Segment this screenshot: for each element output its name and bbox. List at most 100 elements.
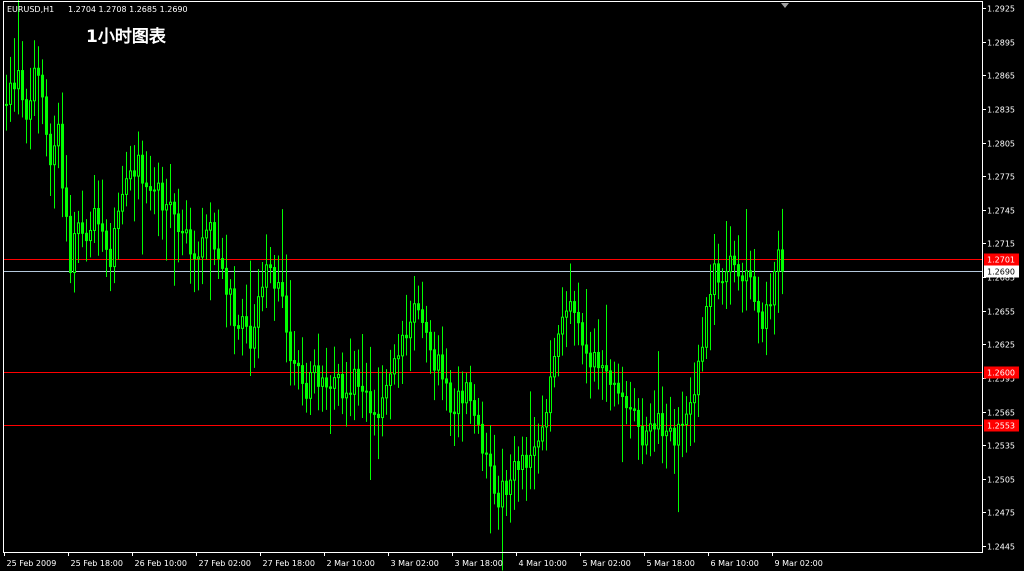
candle-body: [605, 365, 608, 372]
ohlc-values-label: 1.2704 1.2708 1.2685 1.2690: [68, 5, 188, 14]
candle-body: [521, 454, 524, 470]
candle-body: [665, 430, 668, 437]
candle-body: [153, 189, 156, 192]
candle-body: [113, 228, 116, 268]
candle-body: [161, 182, 164, 211]
candle-body: [725, 271, 728, 283]
candle-body: [97, 208, 100, 225]
bid-price-label: 1.2690: [987, 268, 1015, 277]
candle-body: [37, 67, 40, 76]
candle-body: [469, 382, 472, 402]
candle-body: [597, 351, 600, 369]
candle-body: [285, 295, 288, 333]
candle-body: [441, 354, 444, 380]
candle-body: [757, 300, 760, 313]
x-tick-label: 26 Feb 10:00: [135, 559, 187, 568]
candle-body: [109, 248, 112, 268]
candle-body: [193, 253, 196, 260]
level-label-2: 1.2600: [987, 369, 1015, 378]
candle-body: [745, 270, 748, 282]
candle-body: [77, 222, 80, 235]
candle-body: [121, 193, 124, 212]
candle-body: [29, 100, 32, 120]
candle-body: [525, 454, 528, 468]
level-label-3: 1.2553: [987, 422, 1015, 431]
candle-body: [273, 267, 276, 289]
candle-body: [169, 201, 172, 206]
candle-body: [749, 270, 752, 278]
candle-body: [477, 414, 480, 425]
candle-body: [185, 229, 188, 234]
candle-body: [433, 349, 436, 371]
candle-body: [629, 407, 632, 410]
candle-body: [57, 123, 60, 147]
candle-body: [633, 408, 636, 411]
candle-body: [453, 411, 456, 415]
candle-body: [773, 270, 776, 306]
candle-body: [125, 178, 128, 195]
candle-body: [693, 394, 696, 404]
candle-body: [237, 325, 240, 329]
candle-body: [261, 286, 264, 298]
x-tick-label: 25 Feb 2009: [7, 559, 57, 568]
candle-body: [565, 310, 568, 318]
candle-body: [289, 331, 292, 362]
chart-window[interactable]: 1.2925 1.2895 1.2865 1.2835 1.2805 1.2775 1.27…: [0, 0, 1024, 571]
candle-body: [737, 264, 740, 277]
candle-body: [429, 331, 432, 351]
candle-body: [145, 182, 148, 188]
candle-body: [129, 170, 132, 180]
candle-body: [769, 304, 772, 307]
candle-body: [269, 264, 272, 269]
candle-body: [197, 256, 200, 260]
candle-body: [281, 282, 284, 297]
candle-body: [397, 355, 400, 360]
candle-body: [353, 368, 356, 395]
candle-body: [81, 222, 84, 234]
candle-body: [493, 465, 496, 494]
candle-body: [401, 334, 404, 357]
candle-body: [457, 390, 460, 415]
candle-body: [45, 96, 48, 135]
candle-body: [241, 316, 244, 329]
candle-body: [681, 423, 684, 426]
candle-body: [569, 301, 572, 312]
level-label-1: 1.2701: [987, 256, 1015, 265]
candle-body: [445, 378, 448, 384]
candle-body: [449, 382, 452, 413]
candle-body: [705, 305, 708, 348]
candle-body: [781, 249, 784, 272]
candle-body: [729, 255, 732, 273]
candle-body: [17, 70, 20, 90]
candle-body: [345, 392, 348, 399]
candle-body: [677, 423, 680, 446]
candle-body: [497, 492, 500, 508]
candle-body: [685, 413, 688, 425]
candle-body: [513, 461, 516, 481]
candle-body: [201, 237, 204, 258]
candle-body: [309, 372, 312, 399]
candle-body: [225, 267, 228, 295]
candle-body: [489, 453, 492, 467]
x-tick-label: 4 Mar 10:00: [519, 559, 567, 568]
candle-body: [653, 423, 656, 430]
candle-body: [85, 232, 88, 242]
candle-body: [405, 334, 408, 339]
candle-body: [21, 70, 24, 101]
candle-body: [589, 352, 592, 368]
y-tick-label: 1.2715: [987, 240, 1015, 249]
candle-body: [561, 316, 564, 335]
candle-body: [257, 296, 260, 328]
price-chart[interactable]: 1.2925 1.2895 1.2865 1.2835 1.2805 1.2775 1.27…: [0, 0, 1024, 571]
candle-body: [49, 133, 52, 166]
candle-body: [165, 204, 168, 211]
y-tick-label: 1.2925: [987, 5, 1015, 14]
candle-body: [517, 461, 520, 470]
candle-body: [53, 145, 56, 166]
candle-body: [657, 413, 660, 430]
candle-body: [93, 208, 96, 231]
candle-body: [701, 346, 704, 362]
candle-body: [277, 282, 280, 289]
chart-overlay-title: 1小时图表: [86, 26, 167, 47]
candle-body: [545, 412, 548, 428]
